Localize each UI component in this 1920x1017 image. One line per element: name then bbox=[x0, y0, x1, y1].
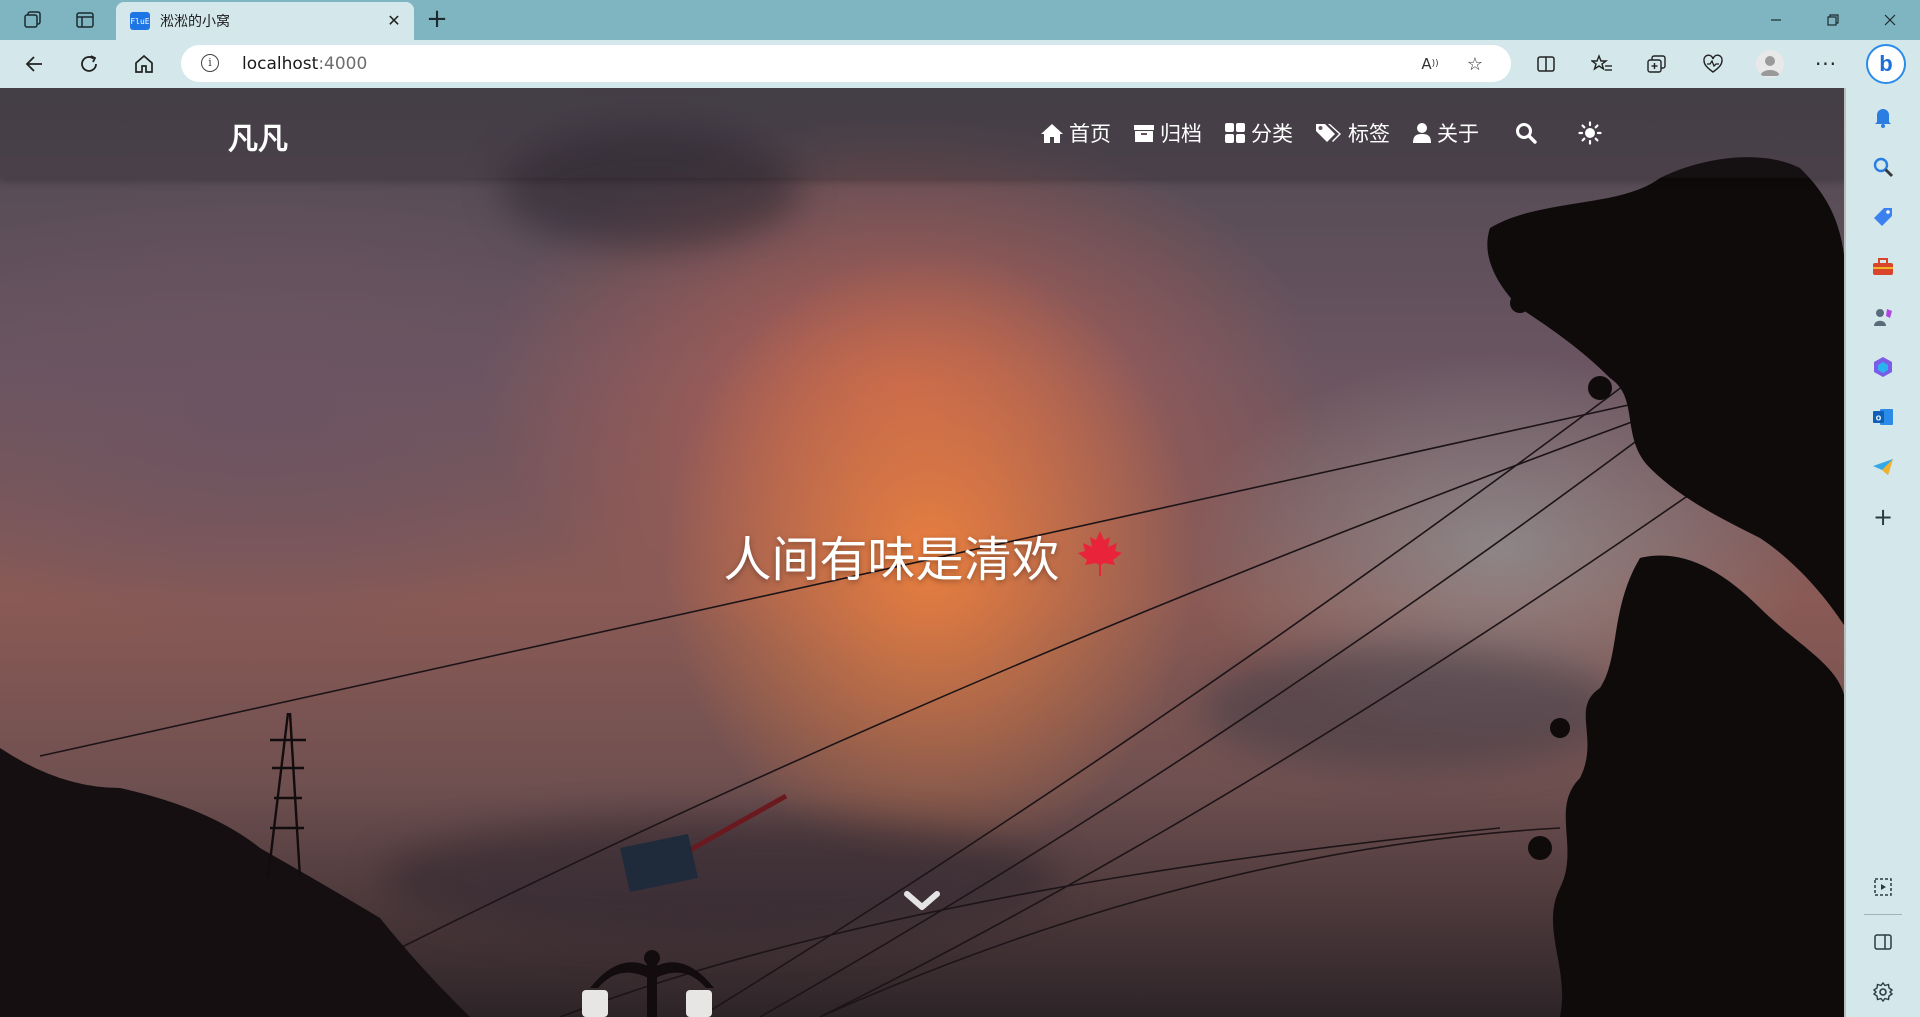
more-icon[interactable]: ··· bbox=[1811, 49, 1841, 79]
settings-icon[interactable] bbox=[1868, 977, 1898, 1007]
collections-icon[interactable] bbox=[1642, 49, 1672, 79]
home-icon bbox=[1041, 124, 1063, 143]
telegram-icon[interactable] bbox=[1868, 452, 1898, 482]
favorite-star-icon[interactable]: ☆ bbox=[1464, 53, 1486, 75]
games-icon[interactable] bbox=[1868, 302, 1898, 332]
nav-categories[interactable]: 分类 bbox=[1224, 118, 1293, 148]
nav-label: 标签 bbox=[1348, 122, 1390, 146]
theme-toggle-sun-icon[interactable] bbox=[1575, 118, 1605, 148]
site-brand[interactable]: 凡凡 bbox=[228, 114, 288, 158]
notifications-icon[interactable] bbox=[1868, 102, 1898, 132]
search-icon[interactable] bbox=[1511, 118, 1541, 148]
edge-sidebar: o + bbox=[1846, 88, 1920, 1017]
scroll-down-chevron-icon[interactable] bbox=[904, 890, 940, 914]
nav-label: 归档 bbox=[1160, 122, 1202, 146]
close-tab-icon[interactable]: ✕ bbox=[384, 11, 404, 31]
tab-bar: FluE 淞淞的小窝 ✕ + bbox=[0, 0, 1920, 40]
site-header: 凡凡 首页 归档 分类 标签 关于 bbox=[0, 88, 1846, 178]
site-nav: 首页 归档 分类 标签 关于 bbox=[1040, 118, 1629, 148]
close-window-icon[interactable] bbox=[1863, 0, 1917, 40]
back-icon[interactable] bbox=[20, 49, 50, 79]
refresh-icon[interactable] bbox=[74, 49, 104, 79]
nav-label: 首页 bbox=[1069, 122, 1111, 146]
favorites-icon[interactable] bbox=[1587, 49, 1617, 79]
workspaces-icon[interactable] bbox=[20, 7, 46, 33]
minimize-icon[interactable] bbox=[1749, 0, 1803, 40]
tab-actions-icon[interactable] bbox=[72, 7, 98, 33]
tab-active[interactable]: FluE 淞淞的小窝 ✕ bbox=[116, 2, 414, 40]
bing-copilot-icon[interactable]: b bbox=[1866, 44, 1906, 84]
maple-leaf-icon bbox=[1077, 529, 1123, 581]
browser-essentials-icon[interactable] bbox=[1698, 49, 1728, 79]
tools-icon[interactable] bbox=[1868, 252, 1898, 282]
home-icon[interactable] bbox=[129, 49, 159, 79]
split-screen-icon[interactable] bbox=[1531, 49, 1561, 79]
site-info-icon[interactable]: i bbox=[201, 54, 219, 72]
nav-label: 分类 bbox=[1251, 122, 1293, 146]
nav-label: 关于 bbox=[1437, 122, 1479, 146]
favicon-icon: FluE bbox=[130, 12, 150, 30]
svg-text:o: o bbox=[1876, 413, 1882, 423]
read-aloud-icon[interactable]: A)) bbox=[1419, 53, 1441, 75]
hero-title: 人间有味是清欢 bbox=[723, 532, 1060, 588]
nav-tags[interactable]: 标签 bbox=[1315, 118, 1390, 148]
outlook-icon[interactable]: o bbox=[1868, 402, 1898, 432]
nav-about[interactable]: 关于 bbox=[1412, 118, 1479, 148]
nav-home[interactable]: 首页 bbox=[1040, 118, 1111, 148]
microsoft365-icon[interactable] bbox=[1868, 352, 1898, 382]
sidebar-divider bbox=[1864, 914, 1902, 915]
sidebar-toggle-icon[interactable] bbox=[1868, 927, 1898, 957]
tags-icon bbox=[1316, 124, 1341, 142]
tab-title: 淞淞的小窝 bbox=[160, 14, 230, 30]
restore-icon[interactable] bbox=[1806, 0, 1860, 40]
search-icon[interactable] bbox=[1868, 152, 1898, 182]
hero: 人间有味是清欢 bbox=[0, 520, 1846, 590]
new-tab-button[interactable]: + bbox=[423, 6, 451, 34]
nav-archive[interactable]: 归档 bbox=[1133, 118, 1202, 148]
browser-toolbar: i localhost:4000 A)) ☆ ··· b bbox=[0, 40, 1920, 88]
profile-icon[interactable] bbox=[1756, 50, 1784, 78]
shopping-tag-icon[interactable] bbox=[1868, 202, 1898, 232]
address-url[interactable]: localhost:4000 bbox=[242, 54, 367, 74]
categories-icon bbox=[1225, 123, 1245, 143]
add-icon[interactable]: + bbox=[1868, 502, 1898, 532]
user-icon bbox=[1413, 123, 1431, 143]
screenshot-icon[interactable] bbox=[1868, 872, 1898, 902]
page-viewport: 凡凡 首页 归档 分类 标签 关于 人间有味是清欢 bbox=[0, 88, 1846, 1017]
archive-icon bbox=[1134, 125, 1154, 142]
address-bar[interactable]: i localhost:4000 A)) ☆ bbox=[181, 45, 1511, 82]
